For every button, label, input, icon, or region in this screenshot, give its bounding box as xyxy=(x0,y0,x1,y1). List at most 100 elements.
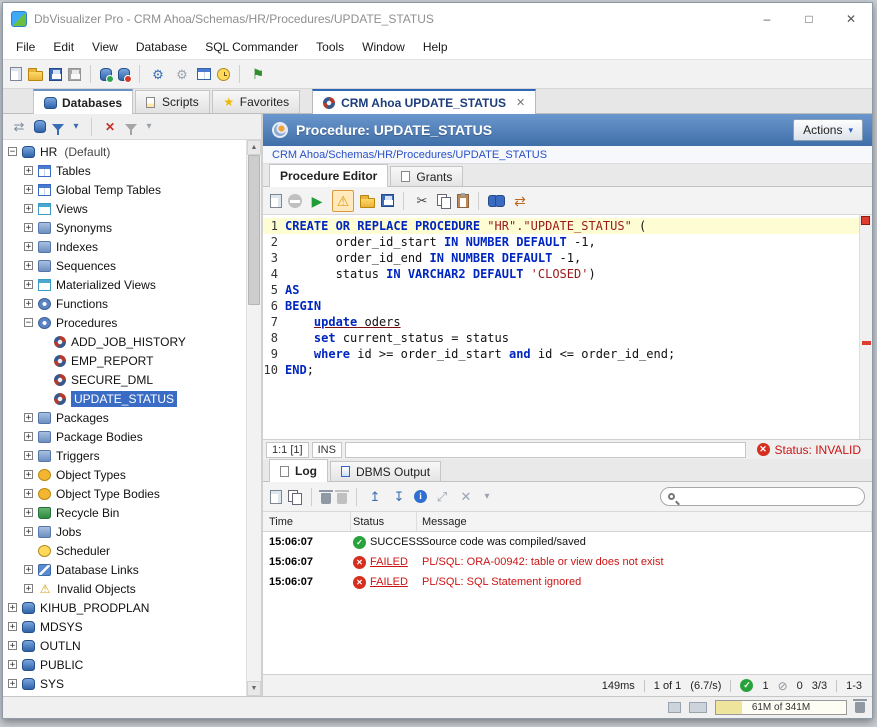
scrollbar-thumb[interactable] xyxy=(248,155,260,305)
garbage-collect-icon[interactable] xyxy=(855,702,865,713)
history-nav-icon[interactable]: ⇄ xyxy=(10,118,28,136)
code-line[interactable]: 4 status IN VARCHAR2 DEFAULT 'CLOSED') xyxy=(263,266,859,282)
code-line[interactable]: 6BEGIN xyxy=(263,298,859,314)
tree-item[interactable]: + Functions xyxy=(3,294,246,313)
save-icon[interactable] xyxy=(49,68,62,81)
scroll-to-bottom-icon[interactable]: ↧ xyxy=(390,488,408,506)
tree-item[interactable]: + Package Bodies xyxy=(3,427,246,446)
breadcrumb[interactable]: CRM Ahoa/Schemas/HR/Procedures/UPDATE_ST… xyxy=(263,146,872,164)
export-icon[interactable] xyxy=(381,194,394,207)
paste-icon[interactable] xyxy=(457,194,469,208)
tree-toggle-icon[interactable]: + xyxy=(24,242,33,251)
search-input[interactable] xyxy=(680,490,857,504)
log-options-caret-icon[interactable]: ▾ xyxy=(481,488,493,506)
menu-item[interactable]: File xyxy=(7,35,44,59)
tree-item[interactable]: − HR (Default) xyxy=(3,142,246,161)
tree-toggle-icon[interactable]: − xyxy=(24,318,33,327)
tool-properties-icon[interactable]: ⚙ xyxy=(173,65,191,83)
code-line[interactable]: 2 order_id_start IN NUMBER DEFAULT -1, xyxy=(263,234,859,250)
tree-toggle-icon[interactable]: + xyxy=(24,299,33,308)
tree-toggle-icon[interactable]: + xyxy=(8,641,17,650)
menu-item[interactable]: Window xyxy=(353,35,414,59)
code-line[interactable]: 10END; xyxy=(263,362,859,378)
tree-item[interactable]: + MDSYS xyxy=(3,617,246,636)
tree-item[interactable]: + Tables xyxy=(3,161,246,180)
tab-dbms-output[interactable]: DBMS Output xyxy=(330,461,441,481)
system-monitor-icon[interactable] xyxy=(668,702,681,713)
code-line[interactable]: 8 set current_status = status xyxy=(263,330,859,346)
tree-item[interactable]: Scheduler xyxy=(3,541,246,560)
actions-button[interactable]: Actions ▾ xyxy=(793,119,863,141)
tree-toggle-icon[interactable]: + xyxy=(24,508,33,517)
tree-item[interactable]: + SYS xyxy=(3,674,246,693)
new-procedure-icon[interactable] xyxy=(270,194,282,208)
tree-toggle-icon[interactable]: + xyxy=(8,660,17,669)
tree-toggle-icon[interactable]: + xyxy=(8,603,17,612)
memory-indicator[interactable]: 61M of 341M xyxy=(715,700,847,715)
disconnect-database-icon[interactable] xyxy=(118,68,130,81)
tree-item[interactable]: UPDATE_STATUS xyxy=(3,389,246,408)
clear-filter-icon[interactable]: ✕ xyxy=(101,118,119,136)
tree-toggle-icon[interactable]: + xyxy=(24,280,33,289)
tail-log-icon[interactable] xyxy=(414,490,427,503)
tree-toggle-icon[interactable]: + xyxy=(24,204,33,213)
bookmark-flag-icon[interactable]: ⚑ xyxy=(249,65,267,83)
compare-icon[interactable]: ⇄ xyxy=(511,192,529,210)
log-row[interactable]: 15:06:07 ✕ FAILED PL/SQL: SQL Statement … xyxy=(263,572,872,592)
tree-scrollbar[interactable]: ▲ ▼ xyxy=(246,140,261,696)
tree-item[interactable]: + Materialized Views xyxy=(3,275,246,294)
monitor-icon[interactable] xyxy=(217,68,230,81)
minimize-button[interactable]: – xyxy=(746,3,788,35)
scroll-down-icon[interactable]: ▼ xyxy=(247,681,261,696)
connection-indicator-icon[interactable] xyxy=(689,702,707,713)
filter-caret-icon[interactable]: ▾ xyxy=(70,118,82,136)
tree-toggle-icon[interactable]: + xyxy=(24,451,33,460)
tree-item[interactable]: + OUTLN xyxy=(3,636,246,655)
tab-scripts[interactable]: Scripts xyxy=(135,90,210,113)
scroll-up-icon[interactable]: ▲ xyxy=(247,140,261,155)
tree-item[interactable]: SECURE_DML xyxy=(3,370,246,389)
filter-disabled-icon[interactable] xyxy=(125,124,137,131)
table-data-icon[interactable] xyxy=(197,68,211,80)
tree-item[interactable]: + Sequences xyxy=(3,256,246,275)
tree-item[interactable]: + Synonyms xyxy=(3,218,246,237)
tree-toggle-icon[interactable]: − xyxy=(8,147,17,156)
menu-item[interactable]: Edit xyxy=(44,35,83,59)
scrollbar-track[interactable] xyxy=(247,155,261,681)
tree-item[interactable]: + Triggers xyxy=(3,446,246,465)
tree-item[interactable]: + ⚠ Invalid Objects xyxy=(3,579,246,598)
tree-toggle-icon[interactable]: + xyxy=(24,489,33,498)
close-log-icon[interactable]: ✕ xyxy=(457,488,475,506)
tab-log[interactable]: Log xyxy=(269,459,328,482)
log-row[interactable]: 15:06:07 ✕ FAILED PL/SQL: ORA-00942: tab… xyxy=(263,552,872,572)
options-caret-icon[interactable]: ▾ xyxy=(143,118,155,136)
code-line[interactable]: 1CREATE OR REPLACE PROCEDURE "HR"."UPDAT… xyxy=(263,218,859,234)
menu-item[interactable]: Help xyxy=(414,35,457,59)
tree-item[interactable]: + PUBLIC xyxy=(3,655,246,674)
tree-toggle-icon[interactable]: + xyxy=(24,584,33,593)
tree-item[interactable]: + Global Temp Tables xyxy=(3,180,246,199)
tab-grants[interactable]: Grants xyxy=(390,166,463,186)
code-editor[interactable]: 1CREATE OR REPLACE PROCEDURE "HR"."UPDAT… xyxy=(263,215,872,439)
tree-item[interactable]: − Procedures xyxy=(3,313,246,332)
tab-databases[interactable]: Databases xyxy=(33,89,133,114)
tab-procedure-editor[interactable]: Procedure Editor xyxy=(269,164,388,187)
fit-columns-icon[interactable]: ⤢ xyxy=(433,488,451,506)
tree-item[interactable]: EMP_REPORT xyxy=(3,351,246,370)
create-connection-icon[interactable] xyxy=(34,120,46,133)
tree-toggle-icon[interactable]: + xyxy=(24,413,33,422)
open-folder-icon[interactable] xyxy=(28,71,43,81)
filter-icon[interactable] xyxy=(52,124,64,131)
code-line[interactable]: 3 order_id_end IN NUMBER DEFAULT -1, xyxy=(263,250,859,266)
tree-item[interactable]: + Object Types xyxy=(3,465,246,484)
execute-icon[interactable]: ▶ xyxy=(308,192,326,210)
tree-item[interactable]: + Database Links xyxy=(3,560,246,579)
code-line[interactable]: 9 where id >= order_id_start and id <= o… xyxy=(263,346,859,362)
tree-toggle-icon[interactable]: + xyxy=(24,527,33,536)
tab-favorites[interactable]: ★ Favorites xyxy=(212,90,300,113)
tree-toggle-icon[interactable]: + xyxy=(24,261,33,270)
tree-toggle-icon[interactable]: + xyxy=(24,166,33,175)
error-mark-icon[interactable] xyxy=(862,341,871,345)
code-line[interactable]: 7 update oders xyxy=(263,314,859,330)
error-overview-icon[interactable] xyxy=(861,216,870,225)
